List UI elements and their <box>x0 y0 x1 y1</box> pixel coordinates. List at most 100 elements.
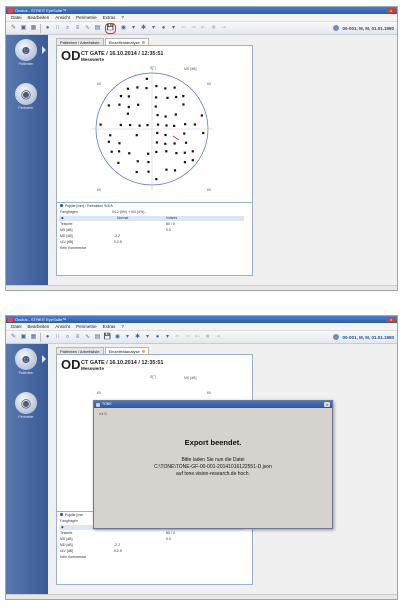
menu-help[interactable]: ? <box>121 14 124 21</box>
test-point <box>136 86 139 89</box>
close-button[interactable]: x <box>387 317 395 322</box>
tab-einzelfeldanalyse[interactable]: Einzelfeldanalyse <box>104 38 149 45</box>
test-point <box>145 77 148 80</box>
test-point <box>107 140 110 143</box>
table-expand-icon[interactable]: ◆ <box>61 216 64 220</box>
print-icon[interactable]: ▦ <box>30 334 37 341</box>
test-point <box>164 115 167 118</box>
graph-icon[interactable]: ∿ <box>84 334 91 341</box>
open-icon[interactable]: ▣ <box>20 25 27 32</box>
zoom-icon[interactable]: ⌕ <box>64 334 71 341</box>
menu-extras[interactable]: Extras <box>103 323 116 330</box>
color-icon[interactable]: ◉ <box>120 25 127 32</box>
nav-perimeter[interactable]: ◉ Perimeter <box>11 392 41 422</box>
first-icon[interactable]: ⇤ <box>194 334 201 341</box>
stop-icon[interactable]: ■ <box>210 25 217 32</box>
first-icon[interactable]: ⇤ <box>200 25 207 32</box>
menu-bearbeiten[interactable]: Bearbeiten <box>28 14 50 21</box>
close-button[interactable]: x <box>387 8 395 13</box>
dialog-close-button[interactable]: × <box>324 402 330 407</box>
nav-patienten-label: Patienten <box>18 62 34 66</box>
last-icon[interactable]: ⇥ <box>214 334 221 341</box>
comment: Kein Kommentar <box>60 246 87 250</box>
tab-close-icon[interactable] <box>141 41 145 45</box>
person-icon[interactable]: ● <box>154 334 161 341</box>
new-icon[interactable]: ✎ <box>10 334 17 341</box>
table-expand-icon[interactable]: ◆ <box>61 525 64 529</box>
graph-icon[interactable]: ∿ <box>84 25 91 32</box>
dropdown-icon[interactable]: ▾ <box>150 25 157 32</box>
patient-info[interactable]: 00-001, M, M, 01.01.1980 <box>333 334 394 340</box>
summary-panel: Pupille [mm] / Refraktion S/Z/A Fangfrag… <box>56 203 253 276</box>
menu-ansicht[interactable]: Ansicht <box>55 323 70 330</box>
test-point <box>156 131 159 135</box>
test-point <box>183 151 186 154</box>
compare-icon[interactable]: ▤ <box>94 334 101 341</box>
settings-icon[interactable]: ✱ <box>134 334 141 341</box>
expand-icon[interactable] <box>60 204 63 207</box>
eye-label: OD <box>61 48 81 63</box>
expand-icon[interactable] <box>60 513 63 516</box>
tab-patienten[interactable]: Patienten / Arbeitsliste <box>56 347 104 354</box>
grid-icon[interactable]: ∷ <box>54 334 61 341</box>
menu-datei[interactable]: Datei <box>11 14 22 21</box>
menu-perimetrie[interactable]: Perimetrie <box>76 14 97 21</box>
row-label: Testorte <box>60 222 73 226</box>
nav-patienten[interactable]: ☻ Patienten <box>11 348 41 378</box>
point-icon[interactable]: ● <box>44 25 51 32</box>
tab-close-icon[interactable] <box>141 350 145 354</box>
tab-einzelfeldanalyse[interactable]: Einzelfeldanalyse <box>104 347 149 354</box>
menu-bearbeiten[interactable]: Bearbeiten <box>28 323 50 330</box>
test-point <box>164 87 167 90</box>
back-icon[interactable]: ⇐ <box>180 25 187 32</box>
menu-perimetrie[interactable]: Perimetrie <box>76 323 97 330</box>
color-icon[interactable]: ◉ <box>114 334 121 341</box>
test-point <box>147 160 150 164</box>
menu-help[interactable]: ? <box>121 323 124 330</box>
nav-perimeter[interactable]: ◉ Perimeter <box>11 83 41 113</box>
row-normal: -2.2 <box>114 234 121 238</box>
list-icon[interactable]: ≡ <box>74 25 81 32</box>
zoom-icon[interactable]: ⌕ <box>64 25 71 32</box>
table-header-row <box>59 216 244 221</box>
back-icon[interactable]: ⇐ <box>174 334 181 341</box>
field-label-tl: 60 <box>97 391 101 395</box>
point-icon[interactable]: ● <box>44 334 51 341</box>
last-icon[interactable]: ⇥ <box>220 25 227 32</box>
test-point <box>119 94 123 98</box>
left-panel: ☻ Patienten ◉ Perimeter <box>6 35 48 290</box>
field-unit-label: MS [dB] <box>184 376 197 380</box>
list-icon[interactable]: ≡ <box>74 334 81 341</box>
dropdown-icon[interactable]: ▾ <box>144 334 151 341</box>
menu-extras[interactable]: Extras <box>103 14 116 21</box>
compare-icon[interactable]: ▤ <box>94 25 101 32</box>
nav-patienten[interactable]: ☻ Patienten <box>11 39 41 69</box>
menu-ansicht[interactable]: Ansicht <box>55 14 70 21</box>
dropdown-icon[interactable]: ▾ <box>130 25 137 32</box>
forward-icon[interactable]: ⇒ <box>190 25 197 32</box>
person-icon[interactable]: ● <box>160 25 167 32</box>
new-icon[interactable]: ✎ <box>10 25 17 32</box>
patient-info[interactable]: 00-001, M, M, 01.01.1980 <box>333 25 394 31</box>
fix-label: Fangfragen <box>60 519 78 523</box>
tab-patienten[interactable]: Patienten / Arbeitsliste <box>56 38 104 45</box>
test-point <box>184 141 188 144</box>
dropdown-icon[interactable]: ▾ <box>124 334 131 341</box>
export-button[interactable]: 💾 <box>104 334 111 341</box>
grid-icon[interactable]: ∷ <box>54 25 61 32</box>
print-icon[interactable]: ▦ <box>30 25 37 32</box>
dropdown-icon[interactable]: ▾ <box>170 25 177 32</box>
dropdown-icon[interactable]: ▾ <box>164 334 171 341</box>
settings-icon[interactable]: ✱ <box>140 25 147 32</box>
open-icon[interactable]: ▣ <box>20 334 27 341</box>
export-button[interactable]: 💾 <box>105 22 116 34</box>
stop-icon[interactable]: ■ <box>204 334 211 341</box>
menu-datei[interactable]: Datei <box>11 323 22 330</box>
test-point <box>156 113 159 117</box>
toolbar-separator <box>40 23 41 33</box>
patient-icon <box>333 25 340 31</box>
title-bar: Oculus - STREIT EyeSuite™ x <box>6 7 397 14</box>
forward-icon[interactable]: ⇒ <box>184 334 191 341</box>
dialog-message-line: Bitte laden Sie nun die Datei <box>181 457 245 463</box>
test-point <box>147 152 150 155</box>
